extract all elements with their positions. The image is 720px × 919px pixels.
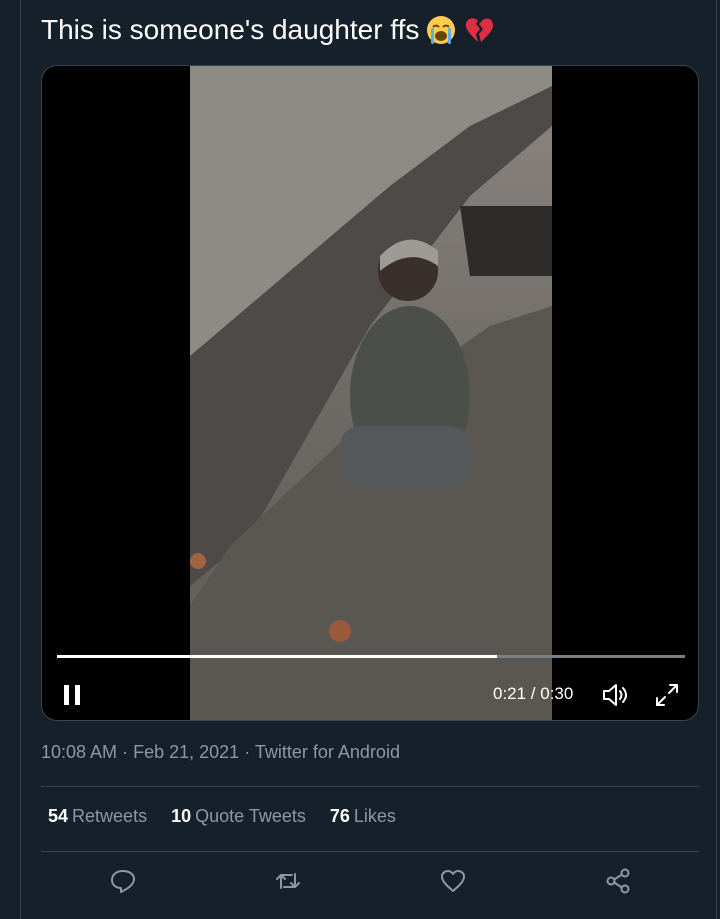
timeline-left-border xyxy=(20,0,21,919)
fullscreen-icon[interactable] xyxy=(652,680,682,710)
tweet-time: 10:08 AM xyxy=(41,742,118,762)
reply-icon[interactable] xyxy=(108,866,138,896)
pause-button[interactable] xyxy=(62,683,84,707)
broken-heart-emoji xyxy=(466,18,494,42)
meta-separator: · xyxy=(244,742,251,762)
retweets-count: 54 xyxy=(48,806,69,826)
quote-tweets-count: 10 xyxy=(171,806,192,826)
retweet-icon[interactable] xyxy=(273,866,303,896)
quote-tweets-label: Quote Tweets xyxy=(195,806,306,826)
tweet-text: This is someone's daughter ffs xyxy=(41,12,495,48)
quote-tweets-stat[interactable]: 10 Quote Tweets xyxy=(171,806,306,827)
tweet-date: Feb 21, 2021 xyxy=(133,742,240,762)
retweets-stat[interactable]: 54 Retweets xyxy=(48,806,147,827)
pause-icon-bar xyxy=(75,685,80,705)
share-icon[interactable] xyxy=(603,866,633,896)
tweet-metadata: 10:08 AM · Feb 21, 2021 · Twitter for An… xyxy=(41,742,400,763)
video-frame xyxy=(190,66,552,720)
retweets-label: Retweets xyxy=(72,806,148,826)
volume-icon[interactable] xyxy=(600,680,630,710)
likes-count: 76 xyxy=(329,806,350,826)
tweet-source-link[interactable]: Twitter for Android xyxy=(255,742,400,762)
tweet-body: This is someone's daughter ffs xyxy=(41,14,420,45)
divider xyxy=(41,851,699,852)
pause-icon xyxy=(64,685,69,705)
meta-separator: · xyxy=(122,742,129,762)
timeline-right-border xyxy=(716,0,717,919)
video-player[interactable]: 0:21 / 0:30 xyxy=(41,65,699,721)
video-time: 0:21 / 0:30 xyxy=(493,684,574,703)
loudly-crying-face-emoji xyxy=(427,16,456,44)
video-progress-fill xyxy=(57,655,497,658)
likes-stat[interactable]: 76 Likes xyxy=(330,806,396,827)
tweet-time-link[interactable]: 10:08 AM · Feb 21, 2021 xyxy=(41,742,244,762)
engagement-stats: 54 Retweets 10 Quote Tweets 76 Likes xyxy=(48,806,396,827)
likes-label: Likes xyxy=(353,806,396,826)
like-icon[interactable] xyxy=(438,866,468,896)
video-progress-bar[interactable] xyxy=(57,655,685,658)
divider xyxy=(41,786,699,787)
